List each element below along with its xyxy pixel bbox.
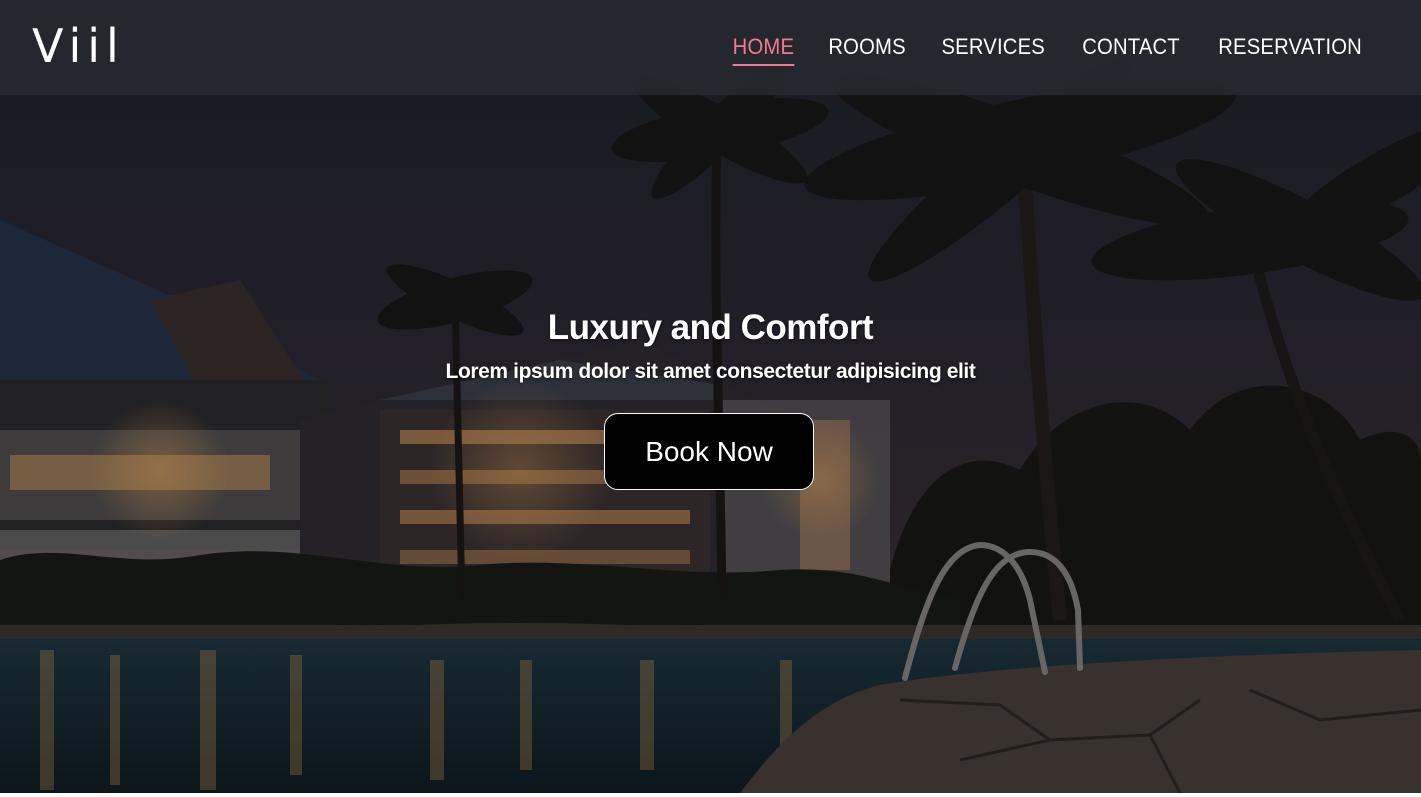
hero-section [0,0,1421,793]
hero-title: Luxury and Comfort [547,308,874,347]
book-now-button[interactable]: Book Now [604,413,814,490]
top-navbar: Viil HOME ROOMS SERVICES CONTACT RESERVA… [0,0,1421,95]
nav-item-services[interactable]: SERVICES [942,30,1045,66]
hero-dark-overlay [0,0,1421,793]
nav-item-home[interactable]: HOME [732,30,795,66]
nav-item-rooms[interactable]: ROOMS [828,30,905,66]
nav-item-reservation[interactable]: RESERVATION [1218,30,1362,66]
hero-content: Luxury and Comfort Lorem ipsum dolor sit… [0,305,1421,385]
main-nav: HOME ROOMS SERVICES CONTACT RESERVATION [730,30,1368,66]
hero-subtitle: Lorem ipsum dolor sit amet consectetur a… [445,360,976,383]
site-logo[interactable]: Viil [32,18,125,74]
nav-item-contact[interactable]: CONTACT [1082,30,1180,66]
